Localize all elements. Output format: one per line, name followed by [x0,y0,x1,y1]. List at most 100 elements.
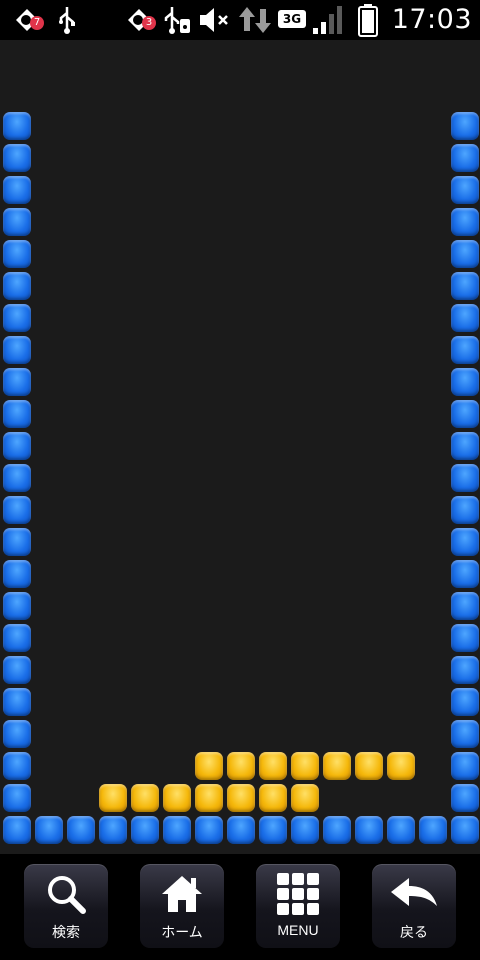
wall-block [3,720,31,748]
landed-block [259,784,287,812]
wall-block [3,176,31,204]
wall-block [451,208,479,236]
wall-block [451,720,479,748]
landed-block [99,784,127,812]
signal-strength-icon [310,0,346,40]
landed-block [131,784,159,812]
wall-block [355,816,383,844]
wall-block [67,816,95,844]
wall-block [3,336,31,364]
wall-block [3,528,31,556]
back-button[interactable]: 戻る [372,864,456,948]
wall-block [451,176,479,204]
wall-block [3,752,31,780]
search-label: 検索 [52,924,80,940]
wall-block [451,272,479,300]
wall-block [3,592,31,620]
wall-block [3,368,31,396]
wall-block [3,496,31,524]
home-label: ホーム [161,924,203,940]
wall-block [387,816,415,844]
wall-block [451,144,479,172]
wall-block [195,816,223,844]
wall-block [3,240,31,268]
data-transfer-icon [236,0,274,40]
status-bar: 7 3 3G 17:03 [0,0,480,40]
wall-block [3,208,31,236]
wall-block [131,816,159,844]
landed-block [195,752,223,780]
wall-block [451,400,479,428]
menu-button[interactable]: MENU [256,864,340,948]
wall-block [451,304,479,332]
usb-debug-icon [160,0,194,40]
notification-badge: 3 [142,16,156,30]
speaker-muted-icon [196,0,234,40]
wall-block [291,816,319,844]
landed-block [227,784,255,812]
landed-block [227,752,255,780]
wall-block [451,592,479,620]
navigation-bar: 検索 ホーム MENU 戻る [0,854,480,960]
wall-block [3,560,31,588]
wall-block [227,816,255,844]
menu-label: MENU [277,922,319,938]
home-button[interactable]: ホーム [140,864,224,948]
wall-block [451,688,479,716]
grid-menu-icon [276,872,320,916]
wall-block [3,816,31,844]
wall-block [3,272,31,300]
game-board[interactable] [0,40,480,854]
wall-block [451,336,479,364]
landed-block [291,752,319,780]
home-icon [159,872,205,916]
wall-block [451,656,479,684]
network-type-badge: 3G [278,10,306,28]
wall-block [3,624,31,652]
clock: 17:03 [391,4,472,35]
search-button[interactable]: 検索 [24,864,108,948]
wall-block [451,528,479,556]
wall-block [3,688,31,716]
wall-block [35,816,63,844]
wall-block [3,112,31,140]
app-notification-icon: 3 [122,0,156,40]
wall-block [451,560,479,588]
wall-block [451,496,479,524]
wall-block [451,240,479,268]
wall-block [451,752,479,780]
wall-block [3,432,31,460]
wall-block [451,432,479,460]
wall-block [451,784,479,812]
landed-block [323,752,351,780]
landed-block [355,752,383,780]
search-icon [44,872,88,916]
wall-block [259,816,287,844]
wall-block [3,656,31,684]
usb-icon [54,0,80,40]
landed-block [291,784,319,812]
back-arrow-icon [389,872,439,916]
app-notification-icon: 7 [10,0,44,40]
wall-block [451,112,479,140]
wall-block [163,816,191,844]
landed-block [195,784,223,812]
wall-block [451,816,479,844]
battery-icon [354,0,382,40]
wall-block [99,816,127,844]
back-label: 戻る [400,924,428,940]
landed-block [259,752,287,780]
wall-block [451,368,479,396]
landed-block [163,784,191,812]
landed-block [387,752,415,780]
wall-block [3,304,31,332]
wall-block [3,464,31,492]
wall-block [451,464,479,492]
wall-block [419,816,447,844]
wall-block [3,784,31,812]
notification-badge: 7 [30,16,44,30]
wall-block [451,624,479,652]
wall-block [323,816,351,844]
wall-block [3,144,31,172]
wall-block [3,400,31,428]
